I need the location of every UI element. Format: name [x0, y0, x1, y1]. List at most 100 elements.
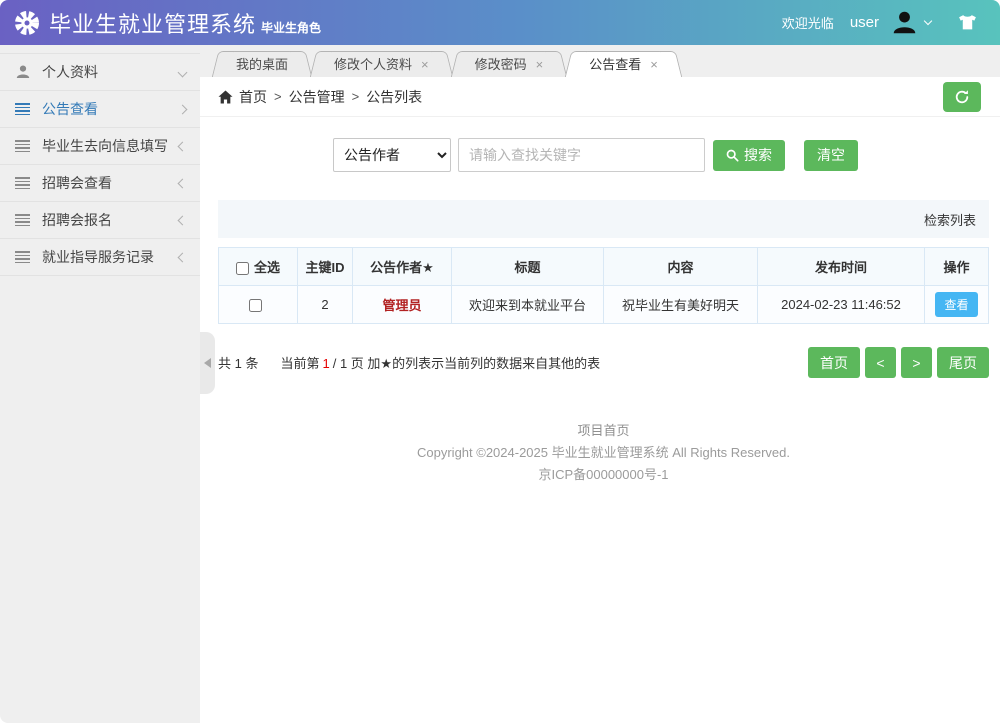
last-page-button[interactable]: 尾页 — [937, 347, 989, 378]
column-header-published: 发布时间 — [758, 248, 925, 286]
pagination-bar: 共 1 条 当前第1 / 1 页 加★的列表示当前列的数据来自其他的表 首页 < >… — [218, 347, 989, 378]
chevron-left-icon — [178, 215, 188, 225]
sidebar-item-label: 个人资料 — [42, 62, 179, 82]
sidebar-item-label: 招聘会报名 — [42, 210, 179, 230]
user-icon — [15, 64, 33, 80]
footer-icp: 京ICP备00000000号-1 — [218, 464, 989, 486]
collapse-left-icon — [204, 358, 211, 368]
clear-button[interactable]: 清空 — [804, 140, 858, 171]
app-window: 毕业生就业管理系统 毕业生角色 欢迎光临 user — [0, 0, 1000, 723]
sidebar-menu: 个人资料 公告查看 毕业生去向信息填写 招聘会查看 — [0, 53, 200, 276]
list-panel-title: 检索列表 — [924, 210, 976, 229]
pagination-buttons: 首页 < > 尾页 — [808, 347, 989, 378]
table-row: 2 管理员 欢迎来到本就业平台 祝毕业生有美好明天 2024-02-23 11:… — [219, 286, 989, 324]
search-button-label: 搜索 — [744, 145, 772, 165]
tshirt-icon[interactable] — [957, 14, 978, 31]
row-checkbox[interactable] — [249, 299, 262, 312]
chevron-left-icon — [178, 141, 188, 151]
sidebar-item-label: 公告查看 — [42, 99, 179, 119]
main-panel: 我的桌面 修改个人资料 × 修改密码 × 公告查看 × — [200, 45, 1000, 723]
column-header-id: 主键ID — [298, 248, 353, 286]
sidebar-item-label: 就业指导服务记录 — [42, 247, 179, 267]
chevron-down-icon[interactable] — [924, 17, 932, 25]
breadcrumb-current: 公告列表 — [366, 87, 422, 107]
search-icon — [726, 149, 739, 162]
footer-home-link[interactable]: 项目首页 — [218, 420, 989, 442]
current-page-prefix: 当前第 — [280, 356, 319, 371]
view-button[interactable]: 查看 — [935, 292, 977, 317]
sidebar-item-guidance-records[interactable]: 就业指导服务记录 — [0, 239, 200, 276]
select-all-cell: 全选 — [219, 248, 298, 286]
username[interactable]: user — [850, 14, 879, 31]
list-icon — [15, 214, 33, 226]
row-select-cell — [219, 286, 298, 324]
tab-label: 修改密码 — [475, 57, 527, 72]
current-page-suffix: / 1 页 — [333, 356, 364, 371]
list-icon — [15, 103, 33, 115]
sidebar-item-label: 毕业生去向信息填写 — [42, 136, 179, 156]
chevron-left-icon — [178, 178, 188, 188]
sidebar-item-graduate-destination[interactable]: 毕业生去向信息填写 — [0, 128, 200, 165]
row-author: 管理员 — [353, 286, 452, 324]
star-note: 加★的列表示当前列的数据来自其他的表 — [367, 356, 600, 371]
close-icon[interactable]: × — [650, 57, 658, 72]
first-page-button[interactable]: 首页 — [808, 347, 860, 378]
chevron-down-icon — [178, 67, 188, 77]
breadcrumb-separator: > — [274, 89, 282, 104]
breadcrumb-section[interactable]: 公告管理 — [289, 87, 345, 107]
prev-page-button[interactable]: < — [865, 347, 896, 378]
select-all-checkbox[interactable] — [236, 262, 249, 275]
tab-label: 公告查看 — [589, 57, 641, 72]
column-header: 全选 — [254, 260, 280, 275]
close-icon[interactable]: × — [421, 57, 429, 72]
next-page-button[interactable]: > — [901, 347, 932, 378]
content-area: 公告作者 搜索 清空 检索列表 — [200, 117, 1000, 486]
column-header-actions: 操作 — [925, 248, 989, 286]
tab-announcements[interactable]: 公告查看 × — [576, 51, 671, 77]
tab-change-password[interactable]: 修改密码 × — [462, 51, 557, 77]
app-header: 毕业生就业管理系统 毕业生角色 欢迎光临 user — [0, 0, 1000, 45]
search-form: 公告作者 搜索 清空 — [333, 138, 989, 172]
sidebar-item-announcements[interactable]: 公告查看 — [0, 91, 200, 128]
sidebar-item-jobfair-view[interactable]: 招聘会查看 — [0, 165, 200, 202]
search-button[interactable]: 搜索 — [713, 140, 785, 171]
user-area: 欢迎光临 user — [782, 9, 978, 36]
welcome-text: 欢迎光临 — [782, 13, 834, 32]
column-header-author: 公告作者★ — [353, 248, 452, 286]
tab-my-desktop[interactable]: 我的桌面 — [223, 51, 301, 77]
row-id: 2 — [298, 286, 353, 324]
tab-label: 我的桌面 — [236, 57, 288, 72]
home-icon — [218, 90, 233, 104]
breadcrumb-separator: > — [352, 89, 360, 104]
total-count: 共 1 条 — [218, 356, 258, 371]
refresh-icon — [954, 89, 970, 105]
avatar-icon[interactable] — [891, 9, 918, 36]
column-header-title: 标题 — [452, 248, 604, 286]
sidebar-collapse-handle[interactable] — [200, 332, 215, 394]
search-input[interactable] — [458, 138, 705, 172]
announcement-table: 全选 主键ID 公告作者★ 标题 内容 发布时间 操作 — [218, 247, 989, 324]
refresh-button[interactable] — [943, 82, 981, 112]
sidebar-item-jobfair-signup[interactable]: 招聘会报名 — [0, 202, 200, 239]
footer-copyright: Copyright ©2024-2025 毕业生就业管理系统 All Right… — [218, 442, 989, 464]
row-title: 欢迎来到本就业平台 — [452, 286, 604, 324]
pagination-info: 共 1 条 当前第1 / 1 页 加★的列表示当前列的数据来自其他的表 — [218, 353, 600, 372]
tab-edit-profile[interactable]: 修改个人资料 × — [321, 51, 442, 77]
row-published: 2024-02-23 11:46:52 — [758, 286, 925, 324]
list-panel-header: 检索列表 — [218, 200, 989, 238]
tab-label: 修改个人资料 — [334, 57, 412, 72]
breadcrumb-home[interactable]: 首页 — [239, 87, 267, 107]
app-role-label: 毕业生角色 — [261, 19, 321, 36]
app-title: 毕业生就业管理系统 — [49, 7, 256, 39]
gear-icon — [14, 10, 40, 36]
chevron-right-icon — [178, 104, 188, 114]
search-field-select[interactable]: 公告作者 — [333, 138, 451, 172]
page-footer: 项目首页 Copyright ©2024-2025 毕业生就业管理系统 All … — [218, 420, 989, 486]
current-page-number: 1 — [322, 356, 329, 371]
list-icon — [15, 140, 33, 152]
tab-bar: 我的桌面 修改个人资料 × 修改密码 × 公告查看 × — [200, 45, 1000, 77]
sidebar-item-profile[interactable]: 个人资料 — [0, 54, 200, 91]
sidebar-item-label: 招聘会查看 — [42, 173, 179, 193]
column-header-content: 内容 — [604, 248, 758, 286]
close-icon[interactable]: × — [536, 57, 544, 72]
